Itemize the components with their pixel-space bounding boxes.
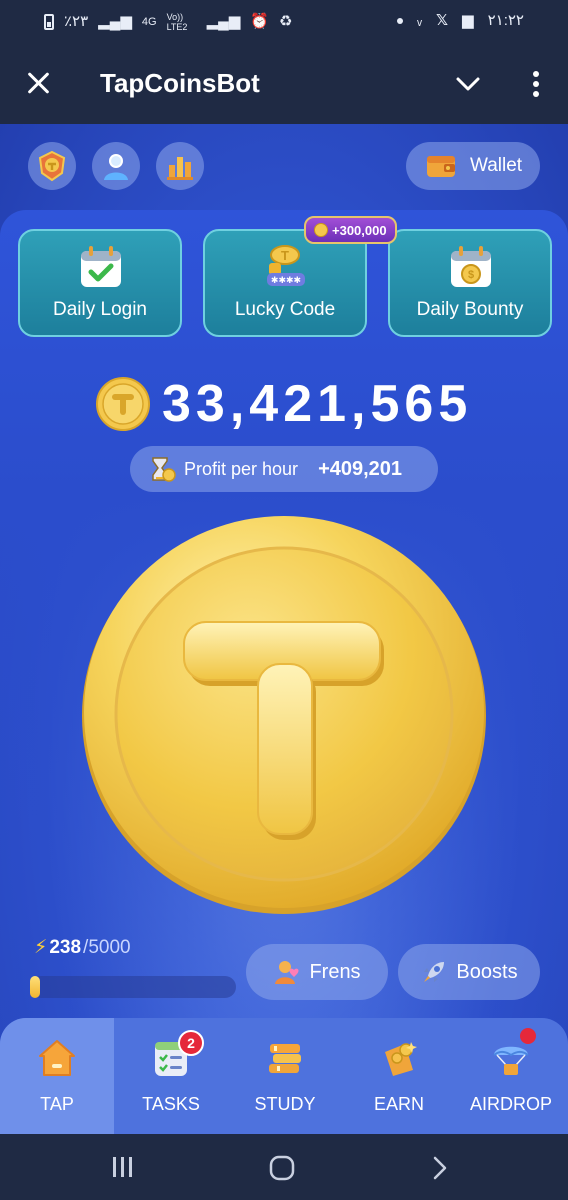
boosts-button[interactable]: Boosts — [398, 944, 540, 1000]
back-icon[interactable] — [430, 1154, 450, 1182]
home-button-icon[interactable] — [268, 1154, 296, 1182]
balance-value: 33,421,565 — [162, 375, 473, 433]
volte-label: Vo)) LTE2 — [166, 12, 188, 32]
frens-label: Frens — [309, 960, 361, 983]
coin-bag-icon — [385, 1042, 417, 1076]
svg-text:T: T — [281, 248, 289, 263]
x-app-icon: 𝕏 — [435, 12, 449, 29]
coin-stack-icon: T ✱✱✱✱ — [267, 245, 305, 286]
wallet-button[interactable]: Wallet — [406, 142, 540, 190]
book-stack-icon — [269, 1044, 301, 1073]
energy-current: 238 — [49, 936, 82, 958]
stats-icon — [167, 157, 193, 180]
system-nav-bar — [0, 1134, 568, 1200]
notification-dot-icon — [397, 18, 404, 24]
energy-progress-bar — [30, 976, 236, 998]
hourglass-coin-icon — [152, 457, 176, 482]
coin-icon — [96, 377, 150, 431]
tab-airdrop-label: AIRDROP — [469, 1094, 552, 1114]
game-area: Wallet Daily Login T ✱✱✱✱ Lucky Code $ D… — [0, 124, 568, 1134]
tab-tasks[interactable]: TASKS — [114, 1018, 228, 1134]
alarm-icon: ⏰ — [250, 13, 269, 30]
profit-value: +409,201 — [318, 457, 403, 480]
profit-label: Profit per hour — [184, 458, 299, 479]
home-icon — [39, 1040, 75, 1076]
daily-login-card[interactable]: Daily Login — [18, 229, 182, 337]
tab-earn-label: EARN — [373, 1094, 424, 1114]
profile-icon — [104, 154, 128, 180]
airdrop-notification-dot — [520, 1028, 536, 1044]
tab-tasks-label: TASKS — [142, 1094, 200, 1114]
tab-study[interactable]: STUDY — [228, 1018, 342, 1134]
coin-icon — [314, 223, 328, 237]
energy-counter: ⚡ 238 /5000 — [34, 936, 131, 959]
profile-button[interactable] — [92, 142, 140, 190]
top-icon-row — [28, 142, 204, 190]
lucky-code-card[interactable]: T ✱✱✱✱ Lucky Code — [203, 229, 367, 337]
rocket-icon — [424, 962, 445, 982]
vpn-icon: ᵥ — [417, 12, 422, 29]
signal-icon-2: ▂▄▆ — [206, 13, 241, 30]
profit-per-hour[interactable]: Profit per hour +409,201 — [130, 446, 438, 492]
parachute-icon — [493, 1046, 529, 1075]
calendar-coin-icon: $ — [451, 246, 491, 287]
signal-icon: ▂▄▆ — [98, 13, 132, 30]
stats-button[interactable] — [156, 142, 204, 190]
wallet-label: Wallet — [470, 155, 523, 176]
daily-login-label: Daily Login — [53, 299, 147, 320]
svg-text:✱✱✱✱: ✱✱✱✱ — [271, 275, 301, 285]
reward-amount: +300,000 — [332, 222, 387, 238]
lucky-code-label: Lucky Code — [234, 299, 336, 320]
svg-text:$: $ — [468, 269, 474, 281]
calendar-check-icon — [81, 246, 121, 287]
more-vertical-icon[interactable] — [524, 68, 548, 100]
network-type: 4G — [141, 16, 157, 28]
chevron-down-icon[interactable] — [454, 72, 482, 96]
daily-bounty-card[interactable]: $ Daily Bounty — [388, 229, 552, 337]
energy-max: /5000 — [83, 936, 131, 958]
league-icon — [38, 150, 66, 182]
tab-airdrop[interactable]: AIRDROP — [454, 1018, 568, 1134]
clock-time: ۲۱:۲۲ — [487, 12, 524, 29]
lucky-code-reward-badge: +300,000 — [304, 216, 397, 244]
lightning-icon: ⚡ — [34, 937, 48, 958]
quick-cards: Daily Login T ✱✱✱✱ Lucky Code $ Daily Bo… — [18, 229, 552, 337]
tab-study-label: STUDY — [254, 1094, 316, 1114]
wallet-icon — [427, 156, 455, 177]
recycle-icon: ♻ — [278, 13, 293, 30]
boosts-label: Boosts — [456, 960, 518, 983]
close-icon[interactable] — [24, 68, 54, 98]
message-icon: ▆ — [462, 12, 474, 29]
energy-progress-fill — [30, 976, 40, 998]
frens-button[interactable]: Frens — [246, 944, 388, 1000]
page-title: TapCoinsBot — [100, 68, 260, 98]
friends-icon — [275, 961, 299, 984]
tab-tap[interactable]: TAP — [0, 1018, 114, 1134]
balance: 33,421,565 — [96, 374, 472, 434]
recent-apps-icon[interactable] — [110, 1154, 136, 1180]
battery-icon — [44, 14, 54, 30]
tap-coin-button[interactable] — [80, 512, 488, 916]
app-header: TapCoinsBot — [0, 44, 568, 124]
tasks-badge: 2 — [178, 1030, 204, 1056]
tab-tap-label: TAP — [40, 1094, 74, 1114]
battery-percent: ٪۲۳ — [64, 13, 89, 30]
daily-bounty-label: Daily Bounty — [416, 299, 524, 320]
tab-earn[interactable]: EARN — [342, 1018, 456, 1134]
bottom-nav: TAP TASKS STUDY EARN AIRDROP — [0, 1018, 568, 1134]
league-button[interactable] — [28, 142, 76, 190]
status-bar: ٪۲۳ ▂▄▆ 4G Vo)) LTE2 ▂▄▆ ⏰ ♻ ᵥ 𝕏 ▆ ۲۱:۲۲ — [0, 0, 568, 44]
